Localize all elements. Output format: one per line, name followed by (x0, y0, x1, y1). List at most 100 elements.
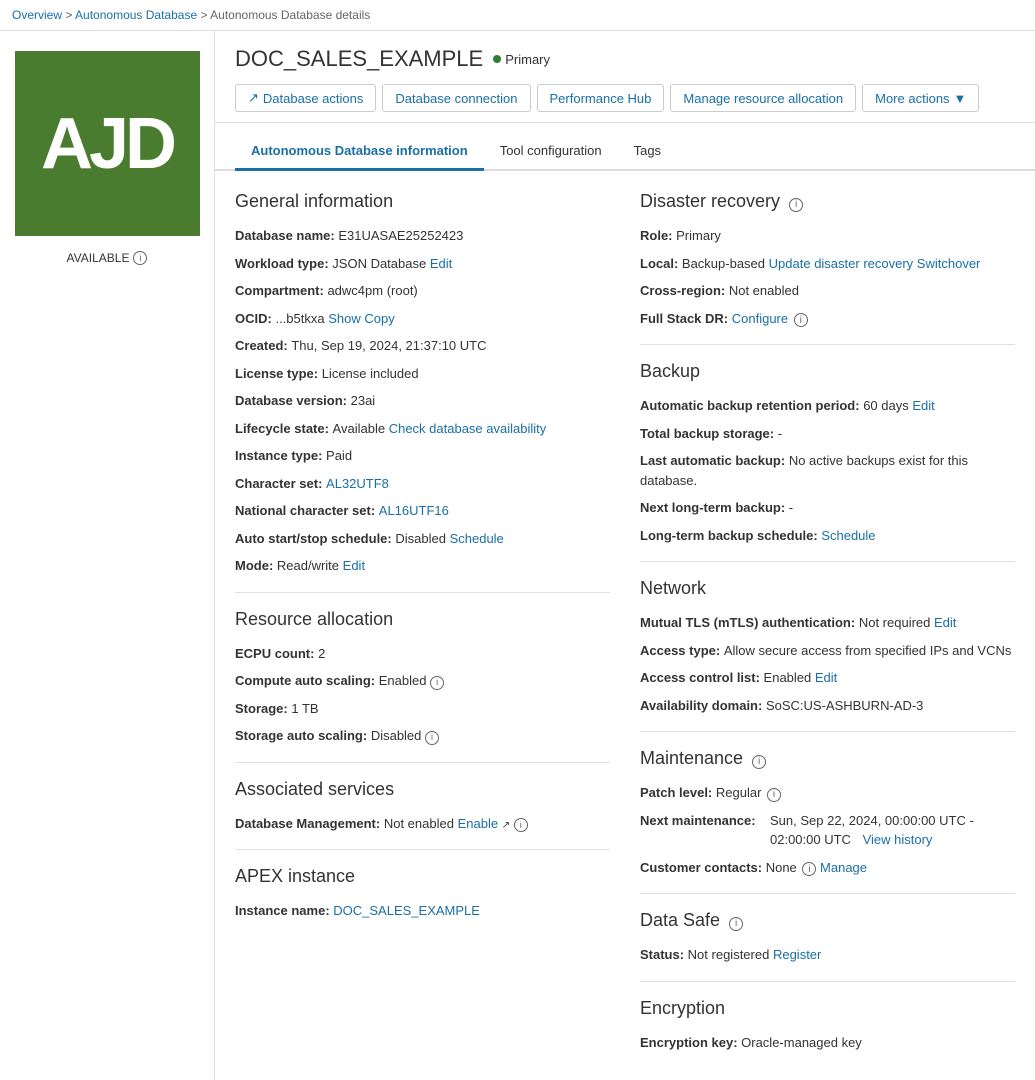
breadcrumb-autonomous-db[interactable]: Autonomous Database (75, 8, 197, 22)
apex-instance-link[interactable]: DOC_SALES_EXAMPLE (333, 903, 480, 918)
field-next-longterm-backup: Next long-term backup: - (640, 498, 1015, 518)
manage-resource-button[interactable]: Manage resource allocation (670, 84, 856, 112)
resource-allocation-title: Resource allocation (235, 609, 610, 630)
maintenance-section: Maintenance i Patch level: Regular i Nex… (640, 748, 1015, 877)
storage-scaling-info-icon[interactable]: i (425, 731, 439, 745)
backup-section: Backup Automatic backup retention period… (640, 361, 1015, 545)
register-data-safe-link[interactable]: Register (773, 947, 821, 962)
compute-scaling-info-icon[interactable]: i (430, 676, 444, 690)
status-badge: AVAILABLE i (67, 251, 148, 265)
main-content: DOC_SALES_EXAMPLE Primary ↗ Database act… (215, 31, 1035, 1080)
tab-autonomous-db-info[interactable]: Autonomous Database information (235, 133, 484, 171)
ocid-copy-link[interactable]: Copy (364, 311, 394, 326)
field-next-maintenance: Next maintenance: Sun, Sep 22, 2024, 00:… (640, 811, 1015, 850)
ocid-show-link[interactable]: Show (328, 311, 361, 326)
external-icon: ↗ (502, 820, 510, 831)
field-storage: Storage: 1 TB (235, 699, 610, 719)
data-safe-info-icon[interactable]: i (729, 917, 743, 931)
external-link-icon: ↗ (248, 90, 259, 106)
db-name: DOC_SALES_EXAMPLE (235, 46, 483, 72)
data-safe-section: Data Safe i Status: Not registered Regis… (640, 910, 1015, 965)
general-info-title: General information (235, 191, 610, 212)
field-ecpu-count: ECPU count: 2 (235, 644, 610, 664)
configure-dr-link[interactable]: Configure (732, 311, 788, 326)
network-title: Network (640, 578, 1015, 599)
field-db-management: Database Management: Not enabled Enable … (235, 814, 610, 834)
field-ocid: OCID: ...b5tkxa Show Copy (235, 309, 610, 329)
apex-instance-section: APEX instance Instance name: DOC_SALES_E… (235, 866, 610, 921)
field-patch-level: Patch level: Regular i (640, 783, 1015, 803)
encryption-section: Encryption Encryption key: Oracle-manage… (640, 998, 1015, 1053)
mtls-edit-link[interactable]: Edit (934, 615, 956, 630)
field-dr-local: Local: Backup-based Update disaster reco… (640, 254, 1015, 274)
field-dr-cross-region: Cross-region: Not enabled (640, 281, 1015, 301)
field-total-backup-storage: Total backup storage: - (640, 424, 1015, 444)
field-license-type: License type: License included (235, 364, 610, 384)
national-character-set-link[interactable]: AL16UTF16 (379, 503, 449, 518)
field-mtls: Mutual TLS (mTLS) authentication: Not re… (640, 613, 1015, 633)
field-compute-autoscaling: Compute auto scaling: Enabled i (235, 671, 610, 691)
database-actions-button[interactable]: ↗ Database actions (235, 84, 376, 112)
divider-right-4 (640, 893, 1015, 894)
primary-label: Primary (505, 52, 550, 67)
manage-contacts-link[interactable]: Manage (820, 860, 867, 875)
field-database-name: Database name: E31UASAE25252423 (235, 226, 610, 246)
update-dr-link[interactable]: Update disaster recovery (769, 256, 914, 271)
character-set-link[interactable]: AL32UTF8 (326, 476, 389, 491)
full-stack-dr-info-icon[interactable]: i (794, 313, 808, 327)
acl-edit-link[interactable]: Edit (815, 670, 837, 685)
disaster-recovery-info-icon[interactable]: i (789, 198, 803, 212)
db-logo: AJD (15, 51, 200, 236)
field-data-safe-status: Status: Not registered Register (640, 945, 1015, 965)
field-character-set: Character set: AL32UTF8 (235, 474, 610, 494)
breadcrumb-overview[interactable]: Overview (12, 8, 62, 22)
field-last-backup: Last automatic backup: No active backups… (640, 451, 1015, 490)
maintenance-title: Maintenance i (640, 748, 1015, 769)
associated-services-title: Associated services (235, 779, 610, 800)
divider-right-3 (640, 731, 1015, 732)
encryption-title: Encryption (640, 998, 1015, 1019)
field-customer-contacts: Customer contacts: None i Manage (640, 858, 1015, 878)
maintenance-info-icon[interactable]: i (752, 755, 766, 769)
field-storage-autoscaling: Storage auto scaling: Disabled i (235, 726, 610, 746)
sidebar: AJD AVAILABLE i (0, 31, 215, 1080)
mode-edit-link[interactable]: Edit (343, 558, 365, 573)
workload-edit-link[interactable]: Edit (430, 256, 452, 271)
tab-tags[interactable]: Tags (618, 133, 677, 171)
db-management-info-icon[interactable]: i (514, 818, 528, 832)
check-availability-link[interactable]: Check database availability (389, 421, 547, 436)
view-history-link[interactable]: View history (863, 832, 933, 847)
more-actions-button[interactable]: More actions ▼ (862, 84, 979, 112)
network-section: Network Mutual TLS (mTLS) authentication… (640, 578, 1015, 715)
status-info-icon[interactable]: i (133, 251, 147, 265)
associated-services-section: Associated services Database Management:… (235, 779, 610, 834)
longterm-schedule-link[interactable]: Schedule (821, 528, 875, 543)
switchover-link[interactable]: Switchover (917, 256, 981, 271)
enable-db-management-link[interactable]: Enable (458, 816, 498, 831)
field-instance-name: Instance name: DOC_SALES_EXAMPLE (235, 901, 610, 921)
database-connection-button[interactable]: Database connection (382, 84, 530, 112)
field-acl: Access control list: Enabled Edit (640, 668, 1015, 688)
divider-3 (235, 849, 610, 850)
field-longterm-schedule: Long-term backup schedule: Schedule (640, 526, 1015, 546)
primary-badge: Primary (493, 52, 550, 67)
divider-right-5 (640, 981, 1015, 982)
content-area: General information Database name: E31UA… (215, 171, 1035, 1080)
disaster-recovery-title: Disaster recovery i (640, 191, 1015, 212)
field-lifecycle-state: Lifecycle state: Available Check databas… (235, 419, 610, 439)
field-dr-role: Role: Primary (640, 226, 1015, 246)
divider-2 (235, 762, 610, 763)
patch-level-info-icon[interactable]: i (767, 788, 781, 802)
divider-right-2 (640, 561, 1015, 562)
tab-tool-configuration[interactable]: Tool configuration (484, 133, 618, 171)
breadcrumb: Overview > Autonomous Database > Autonom… (0, 0, 1035, 31)
field-access-type: Access type: Allow secure access from sp… (640, 641, 1015, 661)
field-created: Created: Thu, Sep 19, 2024, 21:37:10 UTC (235, 336, 610, 356)
customer-contacts-info-icon[interactable]: i (802, 862, 816, 876)
backup-retention-edit-link[interactable]: Edit (912, 398, 934, 413)
status-text: AVAILABLE (67, 251, 130, 265)
disaster-recovery-section: Disaster recovery i Role: Primary Local:… (640, 191, 1015, 328)
schedule-link[interactable]: Schedule (450, 531, 504, 546)
db-title-row: DOC_SALES_EXAMPLE Primary (235, 46, 1015, 72)
performance-hub-button[interactable]: Performance Hub (537, 84, 665, 112)
